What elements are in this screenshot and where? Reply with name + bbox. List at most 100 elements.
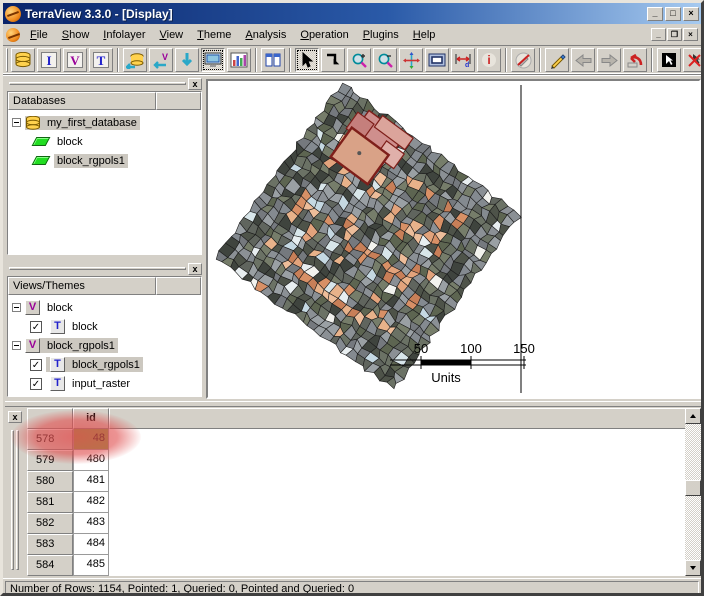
row-header[interactable]: 579: [27, 450, 73, 471]
menu-show[interactable]: Show: [55, 26, 97, 44]
status-bar: Number of Rows: 1154, Pointed: 1, Querie…: [3, 578, 701, 596]
row-header[interactable]: 584: [27, 555, 73, 576]
display-window-button[interactable]: [201, 48, 225, 72]
horizontal-splitter[interactable]: [5, 401, 701, 407]
import-layer-button[interactable]: [123, 48, 147, 72]
unselect-objects-button[interactable]: [683, 48, 704, 72]
scroll-down-icon[interactable]: [685, 560, 701, 576]
scroll-up-icon[interactable]: [685, 408, 701, 424]
views-column-header[interactable]: Views/Themes: [8, 277, 201, 295]
tree-item-layer-block[interactable]: block: [30, 132, 199, 151]
database-button[interactable]: [11, 48, 35, 72]
pointer-button[interactable]: [295, 48, 319, 72]
row-header[interactable]: 578: [27, 429, 73, 450]
undo-button[interactable]: [623, 48, 647, 72]
tree-item-layer-block-rgpols1[interactable]: block_rgpols1: [30, 151, 199, 170]
theme-checkbox[interactable]: ✓: [30, 378, 42, 390]
theme-checkbox[interactable]: ✓: [30, 359, 42, 371]
infolayer-button[interactable]: I: [37, 48, 61, 72]
collapse-icon[interactable]: [12, 118, 21, 127]
menu-view[interactable]: View: [152, 26, 190, 44]
forward-arrow-icon: [601, 54, 618, 67]
view-button[interactable]: V: [63, 48, 87, 72]
edit-disabled-button[interactable]: [511, 48, 535, 72]
mdi-close-button[interactable]: ×: [683, 28, 698, 41]
invert-selection-button[interactable]: [657, 48, 681, 72]
id-cell[interactable]: 482: [73, 492, 109, 513]
layer-label: block_rgpols1: [54, 154, 128, 168]
views-panel-grip[interactable]: x: [5, 262, 204, 275]
theme-checkbox[interactable]: ✓: [30, 321, 42, 333]
zoom-rect-button[interactable]: [425, 48, 449, 72]
menu-operation[interactable]: Operation: [293, 26, 355, 44]
mdi-restore-button[interactable]: ❐: [667, 28, 682, 41]
database-label: my_first_database: [44, 116, 140, 130]
distance-meter-button[interactable]: d: [451, 48, 475, 72]
import-view-icon: V: [152, 51, 170, 69]
theme-label: input_raster: [69, 377, 133, 391]
tree-item-view-block-rgpols1[interactable]: V block_rgpols1: [12, 336, 199, 355]
scrollbar-thumb[interactable]: [685, 480, 701, 496]
id-cell-pointed[interactable]: 48: [73, 429, 109, 450]
graphic-scale-button[interactable]: [545, 48, 569, 72]
views-panel-close-icon[interactable]: x: [188, 263, 202, 275]
close-button[interactable]: ×: [683, 7, 699, 21]
grid-dock-grip[interactable]: x: [5, 408, 27, 576]
id-cell[interactable]: 483: [73, 513, 109, 534]
menu-help[interactable]: Help: [406, 26, 443, 44]
id-cell[interactable]: 485: [73, 555, 109, 576]
distance-meter-icon: d: [454, 52, 472, 68]
databases-panel-grip[interactable]: x: [5, 77, 204, 90]
menu-bar: File Show Infolayer View Theme Analysis …: [3, 24, 701, 46]
menu-file[interactable]: File: [23, 26, 55, 44]
tile-windows-button[interactable]: [261, 48, 285, 72]
menu-theme[interactable]: Theme: [190, 26, 238, 44]
forward-arrow-button[interactable]: [597, 48, 621, 72]
table-corner-cell[interactable]: [27, 408, 73, 429]
zoom-out-button[interactable]: [373, 48, 397, 72]
mdi-minimize-button[interactable]: _: [651, 28, 666, 41]
menu-plugins[interactable]: Plugins: [356, 26, 406, 44]
grid-close-icon[interactable]: x: [8, 411, 22, 423]
tree-item-database[interactable]: my_first_database: [12, 113, 199, 132]
previous-zoom-button[interactable]: [321, 48, 345, 72]
column-header-id[interactable]: id: [73, 408, 109, 429]
tree-item-theme-block-rgpols1[interactable]: ✓ T block_rgpols1: [30, 355, 199, 374]
theme-label: block_rgpols1: [69, 358, 143, 372]
import-view-button[interactable]: V: [149, 48, 173, 72]
tree-item-view-block[interactable]: V block: [12, 298, 199, 317]
layer-icon: [32, 137, 51, 146]
id-cell[interactable]: 484: [73, 534, 109, 555]
databases-panel-close-icon[interactable]: x: [188, 78, 202, 90]
table-vertical-scrollbar[interactable]: [685, 408, 701, 576]
databases-column-header[interactable]: Databases: [8, 92, 201, 110]
toolbar-grip[interactable]: [6, 48, 8, 72]
map-display-canvas[interactable]: 50 100 150 Units: [206, 79, 701, 399]
mdi-app-icon[interactable]: [6, 28, 20, 42]
theme-button[interactable]: T: [89, 48, 113, 72]
status-text: Number of Rows: 1154, Pointed: 1, Querie…: [5, 581, 699, 596]
title-bar[interactable]: TerraView 3.3.0 - [Display] _ □ ×: [3, 3, 701, 24]
import-theme-button[interactable]: [175, 48, 199, 72]
zoom-in-button[interactable]: [347, 48, 371, 72]
collapse-icon[interactable]: [12, 341, 21, 350]
id-cell[interactable]: 480: [73, 450, 109, 471]
tree-item-theme-block[interactable]: ✓ T block: [30, 317, 199, 336]
menu-analysis[interactable]: Analysis: [238, 26, 293, 44]
collapse-icon[interactable]: [12, 303, 21, 312]
maximize-button[interactable]: □: [665, 7, 681, 21]
row-header[interactable]: 583: [27, 534, 73, 555]
row-header[interactable]: 580: [27, 471, 73, 492]
row-header[interactable]: 582: [27, 513, 73, 534]
menu-infolayer[interactable]: Infolayer: [96, 26, 152, 44]
row-header[interactable]: 581: [27, 492, 73, 513]
minimize-button[interactable]: _: [647, 7, 663, 21]
info-cursor-button[interactable]: i: [477, 48, 501, 72]
pan-button[interactable]: [399, 48, 423, 72]
id-cell[interactable]: 481: [73, 471, 109, 492]
table-row: 582483: [27, 513, 686, 534]
graphic-window-button[interactable]: [227, 48, 251, 72]
mdi-window-buttons: _ ❐ ×: [650, 28, 701, 41]
tree-item-theme-input-raster[interactable]: ✓ T input_raster: [30, 374, 199, 393]
back-arrow-button[interactable]: [571, 48, 595, 72]
